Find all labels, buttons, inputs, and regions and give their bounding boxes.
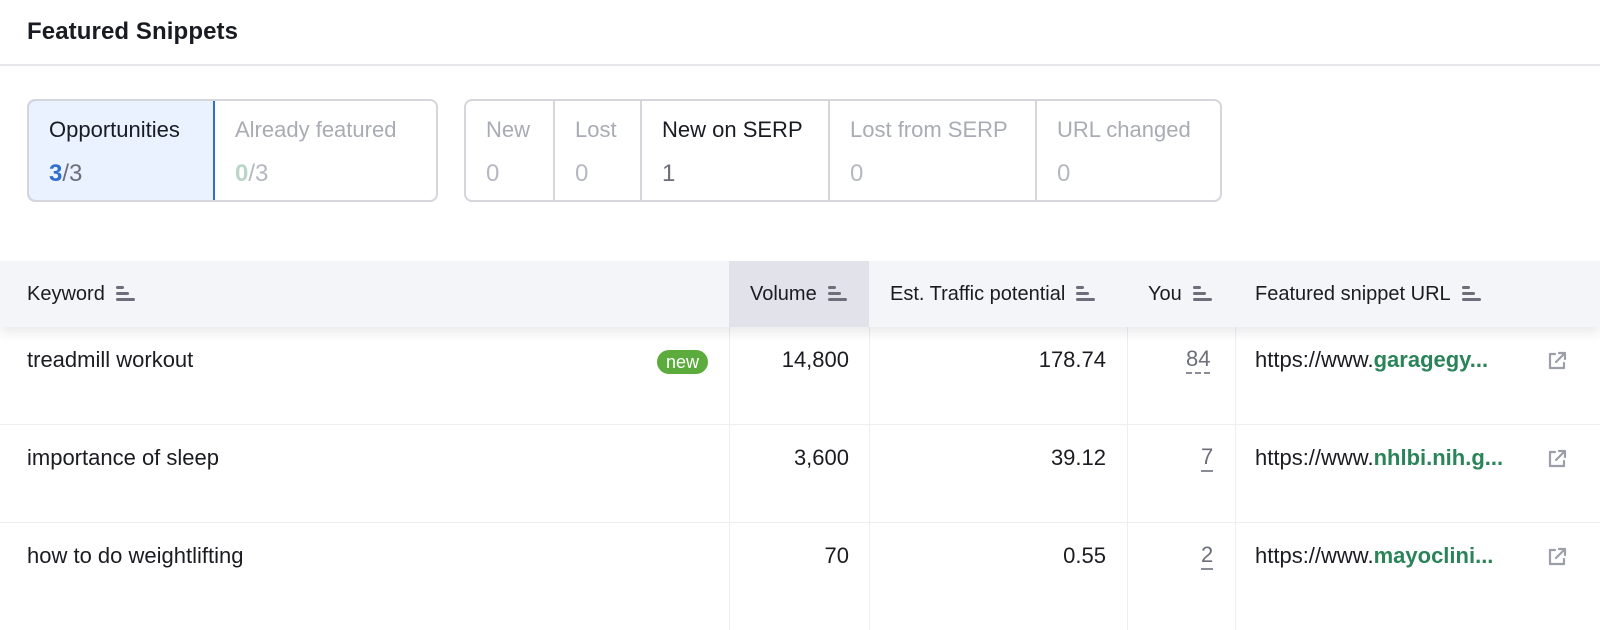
new-badge: new: [657, 350, 709, 374]
filter-lost-from-serp-count: 0: [850, 160, 864, 187]
position-link[interactable]: 7: [1201, 445, 1214, 472]
filter-new-on-serp-label: New on SERP: [662, 117, 803, 142]
col-you-label: You: [1148, 282, 1182, 305]
filter-new-on-serp-count: 1: [662, 160, 676, 187]
page-title: Featured Snippets: [27, 18, 239, 45]
tab-already-featured-label: Already featured: [235, 117, 397, 142]
snippet-url-link[interactable]: https://www.mayoclini...: [1255, 543, 1533, 569]
traffic-cell: 0.55: [1063, 543, 1106, 568]
col-snippet-url[interactable]: Featured snippet URL: [1255, 261, 1482, 327]
volume-cell: 14,800: [781, 347, 849, 372]
filter-lost-from-serp-label: Lost from SERP: [850, 117, 1008, 142]
sort-bars-icon: [1192, 286, 1213, 302]
external-link-icon[interactable]: [1545, 447, 1569, 471]
snippet-url-link[interactable]: https://www.garagegy...: [1255, 347, 1533, 373]
filter-lost[interactable]: Lost 0: [555, 101, 642, 200]
tab-opportunities[interactable]: Opportunities 3/3: [29, 101, 215, 200]
volume-cell: 3,600: [793, 445, 849, 470]
sort-bars-icon: [115, 286, 136, 302]
traffic-cell: 178.74: [1038, 347, 1106, 372]
position-link[interactable]: 2: [1201, 543, 1214, 570]
col-traffic-potential[interactable]: Est. Traffic potential: [890, 261, 1096, 327]
external-link-icon[interactable]: [1545, 349, 1569, 373]
col-volume-label: Volume: [750, 282, 817, 305]
tab-already-featured[interactable]: Already featured 0/3: [215, 101, 436, 200]
filter-new-on-serp[interactable]: New on SERP 1: [642, 101, 830, 200]
snippet-url-link[interactable]: https://www.nhlbi.nih.g...: [1255, 445, 1533, 471]
col-snippet-url-label: Featured snippet URL: [1255, 282, 1451, 305]
table-row: treadmill workout new 14,800 178.74 84 h…: [0, 327, 1600, 425]
filter-url-changed-count: 0: [1057, 160, 1071, 187]
filter-url-changed[interactable]: URL changed 0: [1037, 101, 1220, 200]
keyword-cell[interactable]: how to do weightlifting: [27, 543, 243, 569]
col-keyword-label: Keyword: [27, 282, 105, 305]
filter-lost-from-serp[interactable]: Lost from SERP 0: [830, 101, 1037, 200]
keyword-cell[interactable]: treadmill workout: [27, 347, 193, 373]
sort-bars-icon: [1076, 286, 1096, 302]
page-header: Featured Snippets: [0, 0, 1600, 66]
filter-lost-count: 0: [575, 160, 589, 187]
keyword-cell[interactable]: importance of sleep: [27, 445, 219, 471]
tab-opportunities-count: 3/3: [49, 160, 83, 187]
opportunity-filter: Opportunities 3/3 Already featured 0/3: [27, 99, 438, 202]
filter-url-changed-label: URL changed: [1057, 117, 1191, 142]
sort-bars-icon: [1461, 286, 1482, 302]
filter-new[interactable]: New 0: [466, 101, 555, 200]
table-row: how to do weightlifting 70 0.55 2 https:…: [0, 523, 1600, 621]
volume-cell: 70: [824, 543, 849, 568]
col-volume[interactable]: Volume: [729, 261, 869, 327]
table-header: Keyword Volume Est. Traffic potential Yo…: [0, 261, 1600, 327]
filter-lost-label: Lost: [575, 117, 617, 142]
serp-change-filter: New 0 Lost 0 New on SERP 1 Lost from SER…: [464, 99, 1222, 202]
tab-opportunities-label: Opportunities: [49, 117, 180, 142]
filter-new-count: 0: [486, 160, 500, 187]
col-traffic-potential-label: Est. Traffic potential: [890, 282, 1066, 305]
traffic-cell: 39.12: [1050, 445, 1106, 470]
external-link-icon[interactable]: [1545, 545, 1569, 569]
table-row: importance of sleep 3,600 39.12 7 https:…: [0, 425, 1600, 523]
col-you[interactable]: You: [1148, 261, 1213, 327]
col-keyword[interactable]: Keyword: [27, 261, 136, 327]
position-link[interactable]: 84: [1186, 347, 1211, 374]
tab-already-featured-count: 0/3: [235, 160, 269, 187]
sort-bars-icon: [827, 286, 848, 302]
filter-new-label: New: [486, 117, 531, 142]
